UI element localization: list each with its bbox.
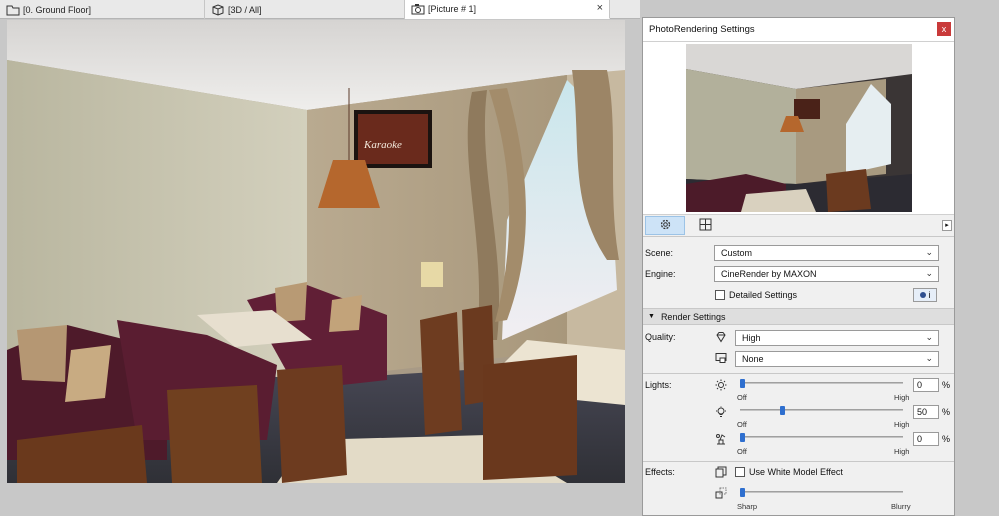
tab-picture-1[interactable]: [Picture # 1] ×: [405, 0, 610, 19]
rendered-scene-image: Karaoke: [7, 20, 625, 483]
tab-label: [3D / All]: [228, 4, 262, 15]
quality-secondary-select[interactable]: None ⌄: [735, 351, 939, 367]
lamp-light-slider[interactable]: [740, 433, 903, 442]
image-size-icon: [715, 352, 727, 364]
tab-ground-floor[interactable]: [0. Ground Floor]: [0, 0, 205, 19]
panel-tab-strip: ▸: [643, 215, 954, 237]
svg-text:Karaoke: Karaoke: [363, 139, 402, 151]
tab-label: [Picture # 1]: [428, 4, 477, 14]
slider-max-label: High: [894, 393, 910, 402]
preview-area: [643, 42, 954, 215]
percent-label: %: [942, 380, 951, 390]
quality-select[interactable]: High ⌄: [735, 330, 939, 346]
quality-value: High: [742, 333, 761, 343]
blur-slider[interactable]: [740, 488, 903, 497]
lamp-icon: [715, 433, 727, 445]
bulb-light-value[interactable]: 50: [913, 405, 939, 419]
chevron-down-icon: ⌄: [925, 353, 933, 363]
chevron-down-icon: ⌄: [925, 268, 933, 278]
engine-select[interactable]: CineRender by MAXON ⌄: [714, 266, 939, 282]
3d-cube-icon: [211, 3, 225, 16]
blur-icon: [715, 487, 727, 499]
render-settings-title: Render Settings: [660, 311, 726, 322]
collapse-triangle-icon: ▼: [648, 313, 655, 320]
light-row-sun: Off High 0 %: [643, 378, 954, 404]
camera-icon: [411, 3, 425, 15]
sun-light-value[interactable]: 0: [913, 378, 939, 392]
slider-max-label: Blurry: [891, 502, 911, 511]
expand-arrow-icon[interactable]: ▸: [942, 220, 952, 231]
sun-light-slider[interactable]: [740, 379, 903, 388]
engine-value: CineRender by MAXON: [721, 269, 817, 279]
blur-row: Sharp Blurry: [643, 486, 954, 512]
effects-label: Effects:: [645, 467, 675, 477]
white-model-checkbox[interactable]: [735, 467, 745, 477]
diamond-icon: [715, 331, 727, 343]
slider-min-label: Off: [737, 447, 747, 456]
tab-label: [0. Ground Floor]: [23, 4, 92, 15]
engine-label: Engine:: [645, 269, 676, 279]
lamp-light-value[interactable]: 0: [913, 432, 939, 446]
slider-max-label: High: [894, 420, 910, 429]
info-button[interactable]: i: [913, 288, 937, 302]
scene-label: Scene:: [645, 248, 674, 258]
bulb-icon: [715, 406, 727, 418]
white-model-icon: [715, 466, 727, 478]
info-icon: i: [928, 290, 931, 300]
scene-value: Custom: [721, 248, 753, 258]
slider-thumb[interactable]: [740, 488, 745, 497]
floorplan-icon: [6, 4, 20, 16]
view-tab-bar: [0. Ground Floor] [3D / All] [Picture # …: [0, 0, 640, 19]
chevron-down-icon: ⌄: [925, 332, 933, 342]
slider-thumb[interactable]: [779, 406, 785, 415]
gear-icon: [659, 218, 672, 233]
slider-thumb[interactable]: [740, 433, 745, 442]
slider-min-label: Sharp: [737, 502, 758, 511]
slider-max-label: High: [894, 447, 910, 456]
detailed-settings-label: Detailed Settings: [729, 290, 798, 300]
close-tab-button[interactable]: ×: [597, 2, 603, 14]
sun-icon: [715, 379, 727, 391]
photorendering-settings-panel: PhotoRendering Settings x ▸ Scene: Custo…: [642, 17, 955, 516]
render-viewport[interactable]: Karaoke: [7, 20, 625, 483]
tab-layout[interactable]: [685, 216, 725, 235]
white-model-label: Use White Model Effect: [749, 467, 843, 477]
tab-settings[interactable]: [645, 216, 685, 235]
render-settings-header[interactable]: ▼ Render Settings: [643, 308, 954, 325]
percent-label: %: [942, 407, 951, 417]
quality-label: Quality:: [645, 332, 676, 342]
detailed-settings-checkbox[interactable]: [715, 290, 725, 300]
effects-row: Effects: Use White Model Effect: [643, 465, 954, 483]
close-panel-button[interactable]: x: [937, 22, 951, 36]
scene-select[interactable]: Custom ⌄: [714, 245, 939, 261]
quality-secondary-value: None: [742, 354, 764, 364]
detailed-settings-row: Detailed Settings i: [643, 288, 954, 306]
light-row-bulb: Off High 50 %: [643, 405, 954, 431]
grid-icon: [699, 218, 712, 233]
engine-logo-icon: [919, 292, 926, 298]
divider: [643, 461, 954, 462]
tab-3d-all[interactable]: [3D / All]: [205, 0, 405, 19]
percent-label: %: [942, 434, 951, 444]
panel-title: PhotoRendering Settings: [643, 18, 954, 42]
divider: [643, 373, 954, 374]
slider-min-label: Off: [737, 420, 747, 429]
slider-min-label: Off: [737, 393, 747, 402]
slider-thumb[interactable]: [740, 379, 745, 388]
render-preview-thumbnail: [686, 44, 912, 212]
chevron-down-icon: ⌄: [925, 247, 933, 257]
light-row-lamp: Off High 0 %: [643, 432, 954, 458]
bulb-light-slider[interactable]: [740, 406, 903, 415]
